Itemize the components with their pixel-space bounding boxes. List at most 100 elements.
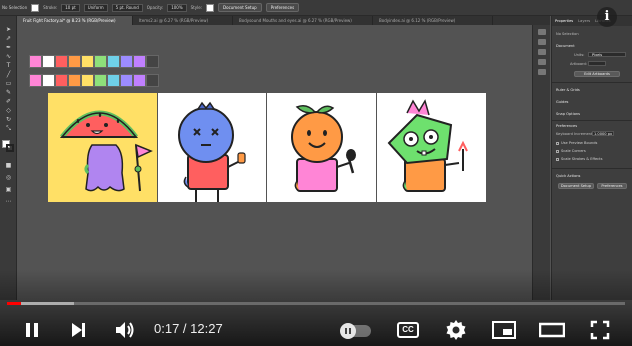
pause-button[interactable] bbox=[20, 318, 44, 342]
color-swatch[interactable] bbox=[120, 55, 133, 68]
artboard-field[interactable] bbox=[588, 61, 606, 66]
current-time: 0:17 bbox=[154, 321, 180, 336]
document-tab[interactable]: Bodysound Mouths and eyes.ai @ 6.27 % (R… bbox=[233, 16, 373, 25]
color-swatch[interactable] bbox=[42, 55, 55, 68]
volume-button[interactable] bbox=[112, 318, 138, 342]
use-preview-bounds-checkbox[interactable]: Use Preview Bounds bbox=[556, 141, 597, 145]
panel-icon[interactable] bbox=[538, 59, 546, 65]
panel-icon[interactable] bbox=[538, 29, 546, 35]
gear-icon bbox=[446, 320, 466, 340]
autoplay-toggle[interactable] bbox=[340, 323, 371, 339]
checkbox-label: Scale Corners bbox=[561, 149, 586, 153]
brush-cap-dropdown[interactable]: 5 pt. Round bbox=[111, 3, 143, 12]
opacity-dropdown[interactable]: 100% bbox=[167, 3, 187, 12]
artboard-zombie-lime[interactable] bbox=[377, 93, 486, 202]
style-swatch[interactable] bbox=[206, 3, 215, 12]
color-swatch-row bbox=[29, 74, 159, 87]
artboard-watermelon[interactable] bbox=[48, 93, 157, 202]
opacity-label: Opacity: bbox=[146, 5, 164, 10]
artboard-blueberry[interactable] bbox=[158, 93, 266, 202]
color-mode-icon[interactable]: ■ bbox=[3, 162, 14, 170]
color-swatch[interactable] bbox=[68, 55, 81, 68]
properties-tabs: Properties Layers Libraries bbox=[552, 16, 632, 26]
artboard-label: Artboard: bbox=[570, 62, 587, 66]
color-swatch[interactable] bbox=[120, 74, 133, 87]
scale-corners-checkbox[interactable]: Scale Corners bbox=[556, 149, 586, 153]
color-swatch[interactable] bbox=[94, 74, 107, 87]
tab-properties[interactable]: Properties bbox=[555, 19, 573, 23]
scale-tool-icon[interactable]: ⤡ bbox=[3, 125, 14, 133]
skip-next-icon bbox=[72, 323, 85, 337]
progress-played bbox=[7, 302, 22, 305]
color-swatch[interactable] bbox=[94, 55, 107, 68]
stroke-uniform-dropdown[interactable]: Uniform bbox=[83, 3, 108, 12]
stroke-label: Stroke: bbox=[43, 5, 58, 10]
document-section-title: Document bbox=[556, 44, 575, 48]
tab-layers[interactable]: Layers bbox=[578, 19, 590, 23]
type-tool-icon[interactable]: T bbox=[3, 62, 14, 70]
quick-actions-title: Quick Actions bbox=[556, 174, 581, 178]
watermelon-character bbox=[59, 110, 153, 192]
rectangle-tool-icon[interactable]: ▭ bbox=[3, 80, 14, 88]
color-swatch[interactable] bbox=[55, 55, 68, 68]
color-swatch[interactable] bbox=[29, 74, 42, 87]
draw-mode-icon[interactable]: ◎ bbox=[3, 174, 14, 182]
shaper-tool-icon[interactable]: ✐ bbox=[3, 98, 14, 106]
panel-icon[interactable] bbox=[538, 69, 546, 75]
cc-icon: CC bbox=[397, 322, 419, 338]
color-swatch-row bbox=[29, 55, 159, 68]
preferences-button[interactable]: Preferences bbox=[265, 3, 300, 12]
color-swatch[interactable] bbox=[55, 74, 68, 87]
color-swatch[interactable] bbox=[81, 74, 94, 87]
pen-tool-icon[interactable]: ✒ bbox=[3, 44, 14, 52]
subtitles-button[interactable]: CC bbox=[396, 318, 420, 342]
info-icon[interactable]: i bbox=[597, 7, 617, 27]
document-setup-button[interactable]: Document Setup bbox=[218, 3, 262, 12]
document-setup-panel-button[interactable]: Document Setup bbox=[558, 183, 594, 189]
keyboard-increment-value: 1.0000 px bbox=[594, 132, 613, 136]
collapsed-panels-strip bbox=[532, 25, 550, 300]
eraser-tool-icon[interactable]: ◇ bbox=[3, 107, 14, 115]
progress-bar[interactable] bbox=[7, 302, 625, 305]
checkbox-label: Scale Strokes & Effects bbox=[561, 157, 603, 161]
selection-tool-icon[interactable]: ➤ bbox=[3, 26, 14, 34]
more-tools-icon[interactable]: ⋯ bbox=[3, 198, 14, 206]
stroke-weight-dropdown[interactable]: 10 pt bbox=[61, 3, 80, 12]
color-swatch[interactable] bbox=[29, 55, 42, 68]
theater-mode-button[interactable] bbox=[538, 318, 566, 342]
miniplayer-button[interactable] bbox=[491, 318, 517, 342]
color-swatch[interactable] bbox=[133, 55, 146, 68]
document-tab[interactable]: Bodyindex.ai @ 6.12 % (RGB/Preview) bbox=[373, 16, 493, 25]
fullscreen-button[interactable] bbox=[588, 318, 612, 342]
color-swatch[interactable] bbox=[68, 74, 81, 87]
paintbrush-tool-icon[interactable]: ✎ bbox=[3, 89, 14, 97]
color-swatch[interactable] bbox=[107, 74, 120, 87]
document-tabs: Fruit Fight Factory.ai* @ 8.23 % (RGB/Pr… bbox=[17, 16, 550, 25]
line-tool-icon[interactable]: ╱ bbox=[3, 71, 14, 79]
document-tab[interactable]: Fruit Fight Factory.ai* @ 8.23 % (RGB/Pr… bbox=[17, 16, 133, 25]
panel-icon[interactable] bbox=[538, 49, 546, 55]
autoplay-pause-icon bbox=[340, 323, 356, 339]
edit-artboards-button[interactable]: Edit Artboards bbox=[574, 71, 620, 77]
scale-strokes-checkbox[interactable]: Scale Strokes & Effects bbox=[556, 157, 602, 161]
fill-swatch[interactable] bbox=[31, 3, 40, 12]
preferences-panel-button[interactable]: Preferences bbox=[597, 183, 627, 189]
screen-mode-icon[interactable]: ▣ bbox=[3, 186, 14, 194]
color-swatch[interactable] bbox=[81, 55, 94, 68]
document-tab[interactable]: Items2.ai @ 6.27 % (RGB/Preview) bbox=[133, 16, 233, 25]
panel-icon[interactable] bbox=[538, 39, 546, 45]
color-swatch[interactable] bbox=[146, 55, 159, 68]
color-swatch[interactable] bbox=[107, 55, 120, 68]
direct-selection-tool-icon[interactable]: ⇗ bbox=[3, 35, 14, 43]
color-swatch[interactable] bbox=[42, 74, 55, 87]
settings-button[interactable] bbox=[444, 318, 468, 342]
rotate-tool-icon[interactable]: ↻ bbox=[3, 116, 14, 124]
color-swatch[interactable] bbox=[133, 74, 146, 87]
next-button[interactable] bbox=[66, 318, 90, 342]
color-swatch[interactable] bbox=[146, 74, 159, 87]
artboard-orange[interactable] bbox=[267, 93, 376, 202]
properties-panel: Properties Layers Libraries No Selection… bbox=[551, 16, 632, 300]
video-frame[interactable]: No Selection Stroke: 10 pt Uniform 5 pt.… bbox=[0, 0, 632, 346]
curvature-tool-icon[interactable]: ∿ bbox=[3, 53, 14, 61]
stroke-color-swatch[interactable] bbox=[6, 144, 14, 152]
